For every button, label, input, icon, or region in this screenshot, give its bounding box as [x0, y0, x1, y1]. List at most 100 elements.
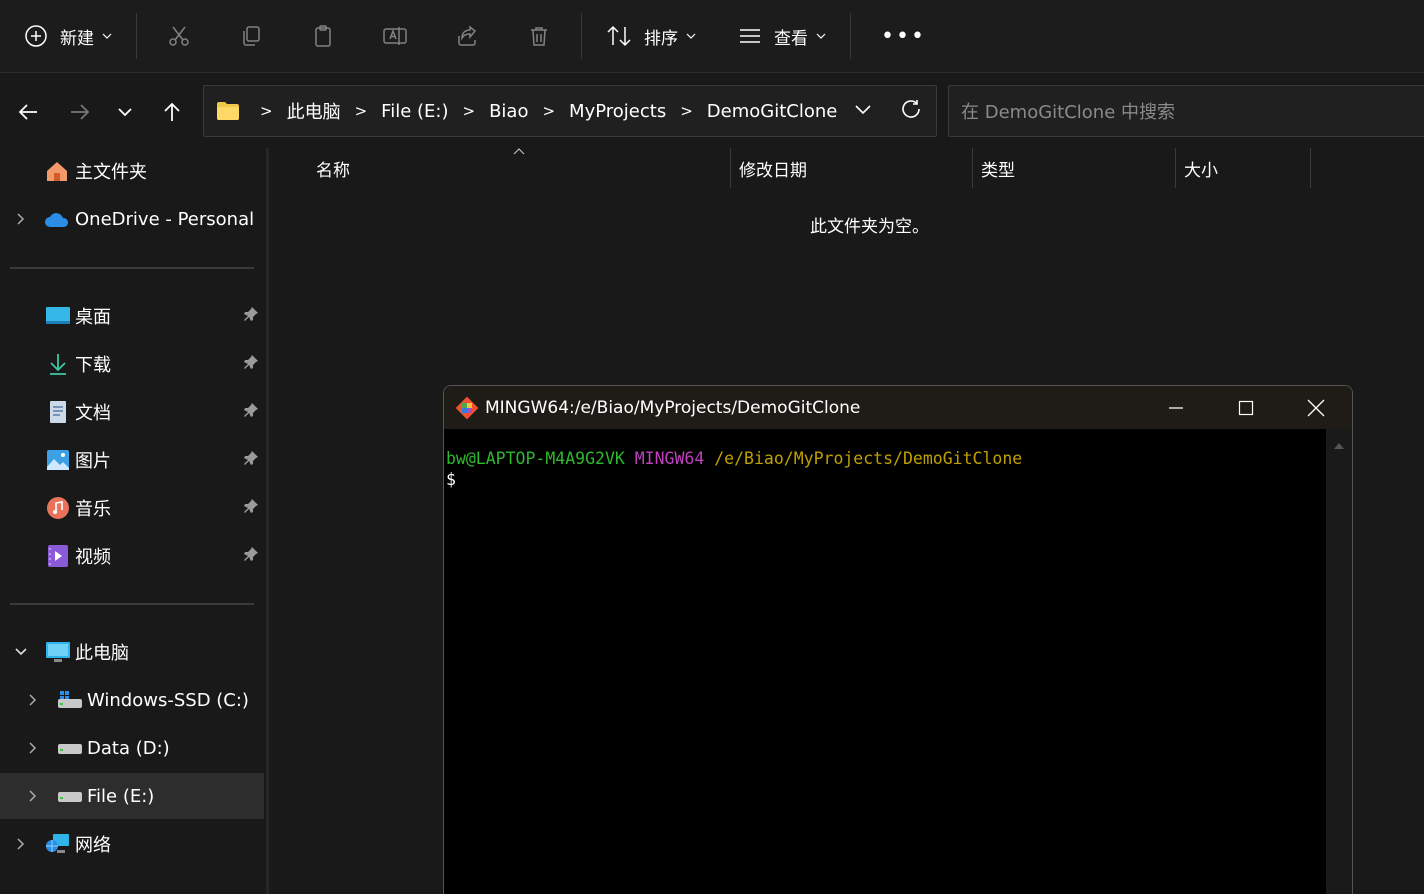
sidebar-divider: [10, 603, 254, 605]
paste-button[interactable]: [287, 16, 359, 56]
terminal-title-bar[interactable]: MINGW64:/e/Biao/MyProjects/DemoGitClone: [444, 386, 1352, 429]
sidebar-item-desktop[interactable]: 桌面: [0, 293, 264, 339]
column-header-date-modified[interactable]: 修改日期: [739, 148, 807, 188]
sidebar-divider: [10, 267, 254, 269]
minimize-button[interactable]: [1141, 386, 1211, 429]
pin-icon[interactable]: [243, 546, 259, 567]
sidebar-item-label: 网络: [75, 835, 111, 856]
prompt-env: MINGW64: [634, 449, 705, 468]
chevron-down-icon[interactable]: [14, 647, 28, 657]
search-input[interactable]: 在 DemoGitClone 中搜索: [948, 85, 1424, 137]
cloud-icon: [44, 206, 70, 232]
sidebar-item-network[interactable]: 网络: [0, 821, 264, 867]
toolbar-separator: [850, 13, 851, 59]
breadcrumb-this-pc[interactable]: 此电脑: [287, 98, 341, 124]
chevron-right-icon[interactable]: [14, 212, 28, 226]
sidebar-item-music[interactable]: 音乐: [0, 485, 264, 531]
forward-button[interactable]: [64, 96, 96, 128]
scroll-up-arrow-icon[interactable]: [1326, 437, 1352, 457]
sidebar-item-drive-d[interactable]: Data (D:): [0, 725, 264, 771]
close-icon: [1307, 399, 1325, 416]
toolbar-separator: [136, 13, 137, 59]
back-button[interactable]: [12, 96, 44, 128]
breadcrumb-separator-icon: >: [680, 102, 693, 120]
sort-ascending-icon: [513, 148, 525, 155]
more-options-button[interactable]: •••: [881, 16, 926, 56]
cut-button[interactable]: [143, 16, 215, 56]
sidebar-item-label: 下载: [75, 355, 111, 376]
chevron-down-icon[interactable]: [854, 100, 872, 118]
pin-icon[interactable]: [243, 354, 259, 375]
prompt-symbol: $: [446, 470, 456, 489]
terminal-scrollbar[interactable]: [1326, 429, 1352, 894]
sidebar-item-label: 主文件夹: [75, 162, 147, 183]
home-icon: [44, 158, 70, 184]
breadcrumb-demogitclone[interactable]: DemoGitClone: [707, 101, 838, 122]
pin-icon[interactable]: [243, 402, 259, 423]
column-header-name[interactable]: 名称: [316, 148, 350, 188]
chevron-right-icon[interactable]: [26, 789, 40, 803]
pictures-icon: [45, 447, 71, 473]
sidebar-item-home[interactable]: 主文件夹: [0, 148, 264, 194]
sidebar-item-pictures[interactable]: 图片: [0, 437, 264, 483]
breadcrumb-myprojects[interactable]: MyProjects: [569, 101, 666, 122]
breadcrumb-separator-icon: >: [260, 102, 273, 120]
new-label: 新建: [60, 28, 94, 49]
column-divider[interactable]: [972, 148, 973, 188]
column-divider[interactable]: [1310, 148, 1311, 188]
sidebar-item-label: Windows-SSD (C:): [87, 689, 249, 711]
sidebar-item-this-pc[interactable]: 此电脑: [0, 629, 264, 675]
sidebar-item-drive-e[interactable]: File (E:): [0, 773, 264, 819]
pin-icon[interactable]: [243, 450, 259, 471]
arrow-right-icon: [71, 104, 90, 120]
rename-button[interactable]: [359, 16, 431, 56]
share-button[interactable]: [431, 16, 503, 56]
drive-icon: [57, 783, 83, 809]
documents-icon: [45, 399, 71, 425]
close-button[interactable]: [1281, 386, 1351, 429]
sidebar-item-videos[interactable]: 视频: [0, 533, 264, 579]
chevron-down-icon: [102, 33, 112, 39]
chevron-right-icon[interactable]: [26, 693, 40, 707]
prompt-line: bw@LAPTOP-M4A9G2VK MINGW64 /e/Biao/MyPro…: [446, 448, 1352, 469]
git-bash-icon: [455, 396, 479, 419]
sidebar-item-documents[interactable]: 文档: [0, 389, 264, 435]
column-header-type[interactable]: 类型: [981, 148, 1015, 188]
trash-icon: [531, 27, 547, 46]
sort-button[interactable]: 排序: [606, 16, 696, 56]
breadcrumb-drive-e[interactable]: File (E:): [381, 101, 448, 122]
desktop-icon: [45, 303, 71, 329]
copy-button[interactable]: [215, 16, 287, 56]
recent-locations-button[interactable]: [109, 96, 141, 128]
delete-button[interactable]: [503, 16, 575, 56]
refresh-icon[interactable]: [900, 98, 922, 120]
prompt-path: /e/Biao/MyProjects/DemoGitClone: [714, 449, 1023, 468]
sidebar-item-label: File (E:): [87, 785, 155, 807]
maximize-button[interactable]: [1211, 386, 1281, 429]
sidebar-item-label: 视频: [75, 547, 111, 568]
address-bar[interactable]: > 此电脑 > File (E:) > Biao > MyProjects > …: [203, 85, 937, 137]
drive-icon: [57, 735, 83, 761]
download-icon: [45, 351, 71, 377]
chevron-right-icon[interactable]: [26, 741, 40, 755]
chevron-right-icon[interactable]: [14, 837, 28, 851]
pin-icon[interactable]: [243, 306, 259, 327]
sidebar-item-label: 文档: [75, 403, 111, 424]
arrow-left-icon: [18, 104, 37, 120]
sidebar-item-onedrive[interactable]: OneDrive - Personal: [0, 196, 264, 242]
network-icon: [45, 831, 71, 857]
terminal-output[interactable]: bw@LAPTOP-M4A9G2VK MINGW64 /e/Biao/MyPro…: [444, 429, 1352, 894]
breadcrumb-biao[interactable]: Biao: [489, 101, 528, 122]
share-icon: [458, 25, 477, 46]
sidebar-item-drive-c[interactable]: Windows-SSD (C:): [0, 677, 264, 723]
column-divider[interactable]: [730, 148, 731, 188]
view-button[interactable]: 查看: [738, 16, 826, 56]
up-button[interactable]: [156, 96, 188, 128]
sidebar-item-downloads[interactable]: 下载: [0, 341, 264, 387]
terminal-window[interactable]: MINGW64:/e/Biao/MyProjects/DemoGitClone …: [443, 385, 1353, 894]
column-header-size[interactable]: 大小: [1184, 148, 1218, 188]
new-button[interactable]: 新建: [24, 16, 130, 56]
computer-icon: [45, 639, 71, 665]
pin-icon[interactable]: [243, 498, 259, 519]
column-divider[interactable]: [1175, 148, 1176, 188]
